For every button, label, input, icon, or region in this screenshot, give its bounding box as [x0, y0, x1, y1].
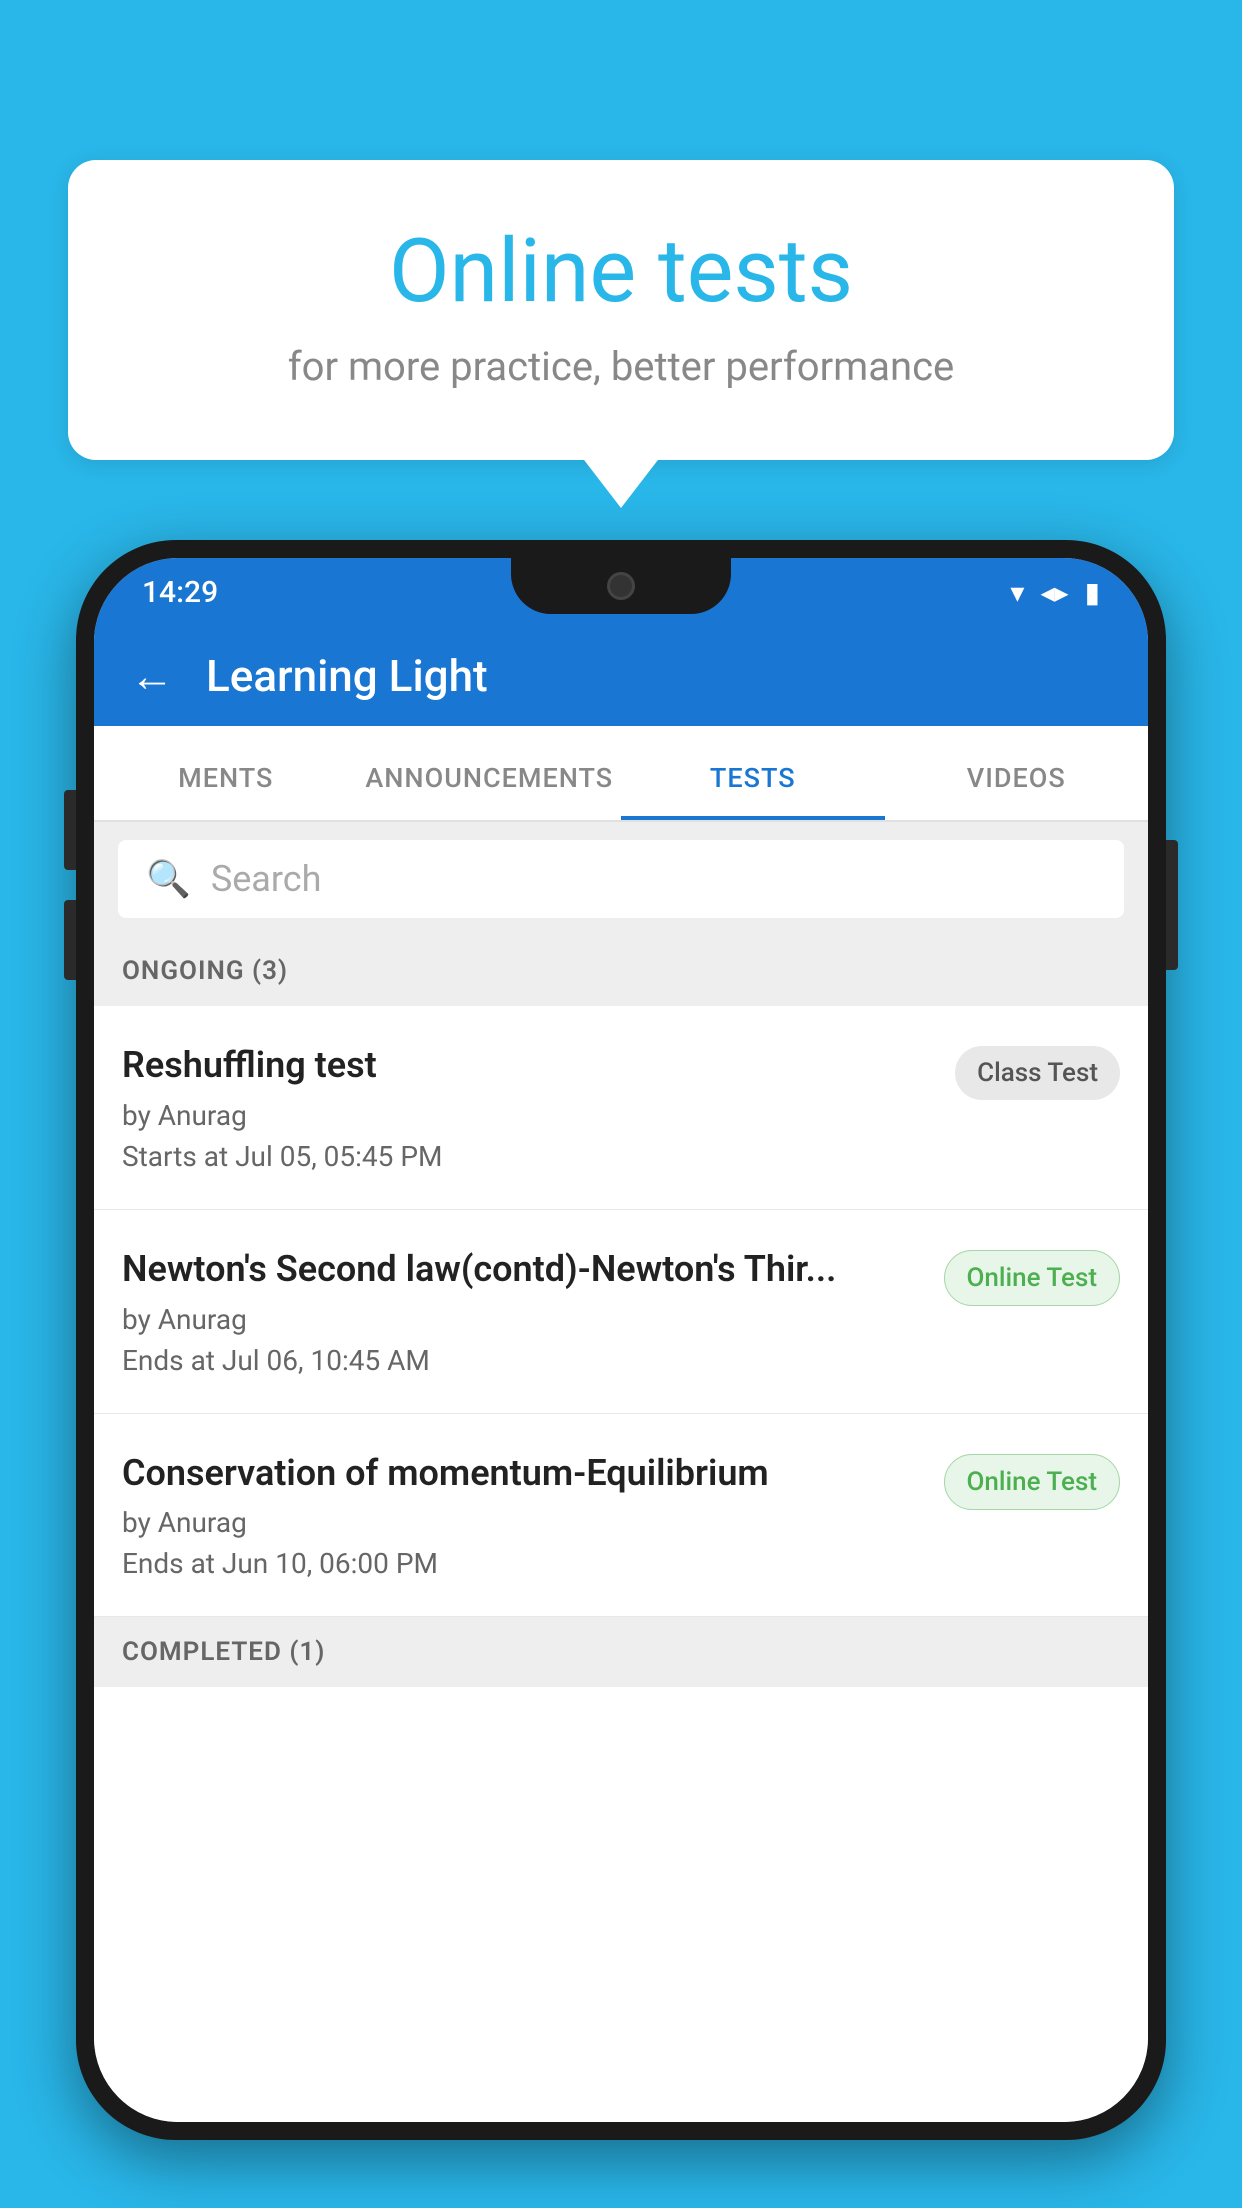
test-item-reshuffling[interactable]: Reshuffling test by Anurag Starts at Jul…: [94, 1006, 1148, 1210]
power-button: [1166, 840, 1178, 970]
phone-container: 14:29 ▾ ◂▸ ▮ ← Learning Light MENTS ANNO…: [76, 540, 1166, 2208]
test-info-3: Conservation of momentum-Equilibrium by …: [122, 1450, 924, 1581]
test-time-1: Starts at Jul 05, 05:45 PM: [122, 1140, 935, 1173]
app-title: Learning Light: [206, 650, 488, 702]
bubble-title: Online tests: [128, 220, 1114, 323]
back-button[interactable]: ←: [130, 650, 174, 702]
tab-videos[interactable]: VIDEOS: [885, 740, 1149, 820]
app-header: ← Learning Light: [94, 626, 1148, 726]
test-author-3: by Anurag: [122, 1506, 924, 1539]
volume-down-button: [64, 900, 76, 980]
tab-assignments[interactable]: MENTS: [94, 740, 358, 820]
tab-announcements[interactable]: ANNOUNCEMENTS: [358, 740, 622, 820]
test-name-1: Reshuffling test: [122, 1042, 935, 1089]
phone-screen: 14:29 ▾ ◂▸ ▮ ← Learning Light MENTS ANNO…: [94, 558, 1148, 2122]
test-item-conservation[interactable]: Conservation of momentum-Equilibrium by …: [94, 1414, 1148, 1618]
tab-tests[interactable]: TESTS: [621, 740, 885, 820]
bubble-subtitle: for more practice, better performance: [128, 343, 1114, 390]
test-name-2: Newton's Second law(contd)-Newton's Thir…: [122, 1246, 924, 1293]
signal-icon: ◂▸: [1040, 576, 1068, 609]
test-time-3: Ends at Jun 10, 06:00 PM: [122, 1547, 924, 1580]
search-input[interactable]: Search: [211, 858, 322, 900]
phone-notch: [511, 558, 731, 614]
wifi-icon: ▾: [1010, 576, 1024, 609]
phone-frame: 14:29 ▾ ◂▸ ▮ ← Learning Light MENTS ANNO…: [76, 540, 1166, 2140]
status-time: 14:29: [142, 575, 218, 610]
tabs-bar: MENTS ANNOUNCEMENTS TESTS VIDEOS: [94, 726, 1148, 822]
test-badge-3: Online Test: [944, 1454, 1121, 1510]
tests-list: Reshuffling test by Anurag Starts at Jul…: [94, 1006, 1148, 2122]
search-icon: 🔍: [146, 858, 191, 900]
ongoing-label: ONGOING (3): [122, 956, 288, 986]
battery-icon: ▮: [1085, 576, 1100, 609]
test-item-newton[interactable]: Newton's Second law(contd)-Newton's Thir…: [94, 1210, 1148, 1414]
status-icons: ▾ ◂▸ ▮: [1010, 576, 1100, 609]
test-info-2: Newton's Second law(contd)-Newton's Thir…: [122, 1246, 924, 1377]
test-badge-1: Class Test: [955, 1046, 1120, 1100]
test-info-1: Reshuffling test by Anurag Starts at Jul…: [122, 1042, 935, 1173]
test-author-1: by Anurag: [122, 1099, 935, 1132]
test-badge-2: Online Test: [944, 1250, 1121, 1306]
test-name-3: Conservation of momentum-Equilibrium: [122, 1450, 924, 1497]
ongoing-section-header: ONGOING (3): [94, 936, 1148, 1006]
completed-label: COMPLETED (1): [122, 1637, 325, 1667]
test-author-2: by Anurag: [122, 1303, 924, 1336]
completed-section-header: COMPLETED (1): [94, 1617, 1148, 1687]
search-container: 🔍 Search: [94, 822, 1148, 936]
test-time-2: Ends at Jul 06, 10:45 AM: [122, 1344, 924, 1377]
front-camera: [607, 572, 635, 600]
speech-bubble: Online tests for more practice, better p…: [68, 160, 1174, 460]
volume-up-button: [64, 790, 76, 870]
search-input-wrapper[interactable]: 🔍 Search: [118, 840, 1124, 918]
